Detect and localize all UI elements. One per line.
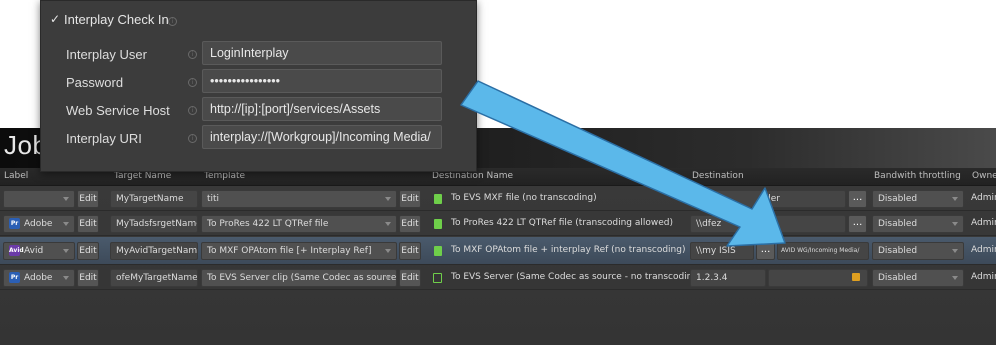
owner: Admin [971, 245, 996, 255]
throttling-dropdown[interactable]: Disabled [872, 215, 964, 233]
table-row[interactable]: Pr Adobe Edit MyTadsfsrgetName To ProRes … [0, 212, 996, 236]
chevron-down-icon [63, 197, 69, 201]
file-icon [434, 194, 442, 204]
label-dropdown[interactable] [3, 190, 75, 208]
table-row[interactable]: Edit MyTargetName titi Edit To EVS MXF f… [0, 187, 996, 211]
target-name-input[interactable]: MyTadsfsrgetName [110, 215, 198, 233]
file-icon [434, 219, 442, 229]
destination-name: To MXF OPAtom file + interplay Ref (no t… [451, 245, 686, 255]
avid-icon: Avid [9, 245, 24, 256]
destination-input[interactable]: 1.2.3.4 [690, 269, 766, 287]
checkmark-icon[interactable]: ✓ [50, 12, 60, 26]
server-clip-icon [433, 273, 442, 283]
template-dropdown[interactable]: titi [201, 190, 397, 208]
throttling-dropdown[interactable]: Disabled [872, 269, 964, 287]
browse-button[interactable]: ... [848, 215, 867, 233]
column-header-target-name[interactable]: Target Name [114, 171, 171, 181]
info-icon: i [188, 78, 197, 87]
premiere-icon: Pr [9, 218, 20, 229]
owner: Admin [971, 272, 996, 282]
chevron-down-icon [385, 197, 391, 201]
chevron-down-icon [385, 249, 391, 253]
template-edit-button[interactable]: Edit [399, 242, 421, 260]
table-row-selected[interactable]: AvidAvid Edit MyAvidTargetName To MXF OP… [0, 237, 996, 265]
destination-name: To ProRes 422 LT QTRef file (transcoding… [451, 218, 674, 228]
info-icon: i [188, 134, 197, 143]
label-dropdown[interactable]: Pr Adobe [3, 269, 75, 287]
template-dropdown[interactable]: To EVS Server clip (Same Codec as source… [201, 269, 397, 287]
template-edit-button[interactable]: Edit [399, 269, 421, 287]
owner: Admin [971, 193, 996, 203]
label-dropdown[interactable]: Pr Adobe [3, 215, 75, 233]
info-icon: i [188, 50, 197, 59]
destination-input[interactable]: \\dfez [690, 215, 846, 233]
column-header-destination[interactable]: Destination [692, 171, 744, 181]
template-dropdown[interactable]: To ProRes 422 LT QTRef file [201, 215, 397, 233]
info-icon: i [168, 17, 177, 26]
target-name-input[interactable]: MyTargetName [110, 190, 198, 208]
column-header-owner[interactable]: Owne [972, 171, 996, 181]
interplay-uri-input[interactable]: interplay://[Workgroup]/Incoming Media/ [202, 125, 442, 149]
chevron-down-icon [63, 276, 69, 280]
interplay-user-input[interactable]: LoginInterplay [202, 41, 442, 65]
column-header-destination-name[interactable]: Destination Name [432, 171, 513, 181]
premiere-icon: Pr [9, 272, 20, 283]
web-service-host-label: Web Service Host [66, 103, 170, 118]
target-name-input[interactable]: ofeMyTargetName [110, 269, 198, 287]
chevron-down-icon [952, 276, 958, 280]
label-edit-button[interactable]: Edit [77, 215, 99, 233]
chevron-down-icon [952, 249, 958, 253]
chevron-down-icon [385, 222, 391, 226]
info-icon: i [188, 106, 197, 115]
column-header-label[interactable]: Label [4, 171, 28, 181]
template-dropdown[interactable]: To MXF OPAtom file [+ Interplay Ref] [201, 242, 397, 260]
web-service-host-input[interactable]: http://[ip]:[port]/services/Assets [202, 97, 442, 121]
chevron-down-icon [63, 249, 69, 253]
interplay-uri-label: Interplay URI [66, 131, 142, 146]
table-row[interactable]: Pr Adobe Edit ofeMyTargetName To EVS Serv… [0, 266, 996, 290]
target-name-input[interactable]: MyAvidTargetName [110, 242, 198, 260]
throttling-dropdown[interactable]: Disabled [872, 190, 964, 208]
chevron-down-icon [952, 197, 958, 201]
file-icon [434, 246, 442, 256]
label-dropdown[interactable]: AvidAvid [3, 242, 75, 260]
template-edit-button[interactable]: Edit [399, 190, 421, 208]
chevron-down-icon [63, 222, 69, 226]
label-edit-button[interactable]: Edit [77, 269, 99, 287]
chevron-down-icon [385, 276, 391, 280]
label-edit-button[interactable]: Edit [77, 242, 99, 260]
lock-icon [852, 273, 860, 281]
throttling-dropdown[interactable]: Disabled [872, 242, 964, 260]
chevron-down-icon [952, 222, 958, 226]
destination-input[interactable]: der [690, 190, 846, 208]
owner: Admin [971, 218, 996, 228]
column-header-template[interactable]: Template [204, 171, 245, 181]
browse-button[interactable]: ... [756, 242, 775, 260]
column-header-bandwidth-throttling[interactable]: Bandwith throttling [874, 171, 961, 181]
destination-name: To EVS Server (Same Codec as source - no… [451, 272, 690, 282]
interplay-path-input[interactable]: AVID WG/Incoming Media/ [777, 242, 869, 260]
template-edit-button[interactable]: Edit [399, 215, 421, 233]
interplay-checkin-title: Interplay Check In [64, 12, 169, 27]
destination-input[interactable]: \\my ISIS [690, 242, 754, 260]
interplay-user-label: Interplay User [66, 47, 147, 62]
password-input[interactable]: •••••••••••••••• [202, 69, 442, 93]
password-label: Password [66, 75, 124, 90]
browse-button[interactable]: ... [848, 190, 867, 208]
label-edit-button[interactable]: Edit [77, 190, 99, 208]
destination-name: To EVS MXF file (no transcoding) [451, 193, 597, 203]
